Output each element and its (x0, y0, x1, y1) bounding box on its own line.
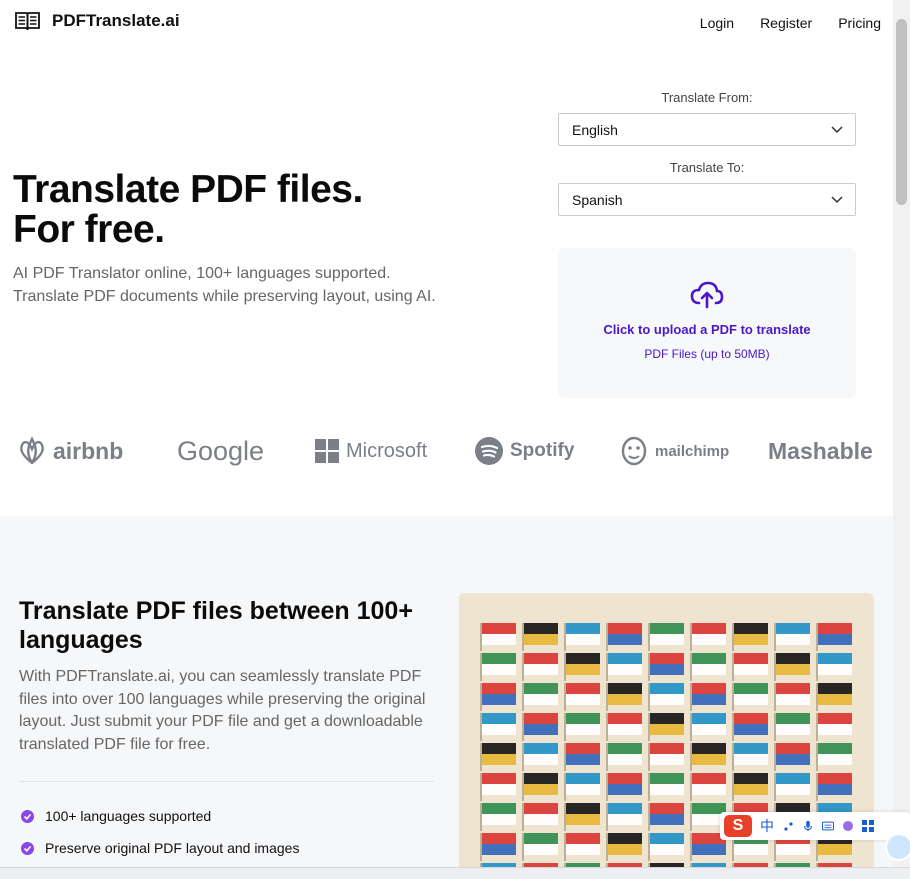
brand-logos: airbnb Google Microsoft Spotify mailchim… (0, 428, 893, 474)
section-title: Translate PDF files between 100+ languag… (19, 597, 413, 654)
feature-item: Preserve original PDF layout and images (21, 840, 299, 856)
brand-mailchimp: mailchimp (620, 428, 729, 474)
brand-mashable-text: Mashable (768, 437, 873, 464)
logo-text: PDFTranslate.ai (52, 11, 180, 30)
nav-register[interactable]: Register (760, 15, 812, 31)
upload-title: Click to upload a PDF to translate (603, 322, 811, 337)
ime-logo[interactable]: S (724, 815, 752, 837)
upload-dropzone[interactable]: Click to upload a PDF to translate PDF F… (558, 248, 856, 398)
hero-title-line1: Translate PDF files. (13, 168, 363, 211)
divider (19, 781, 434, 782)
mailchimp-logo-icon (621, 436, 647, 466)
keyboard-icon[interactable] (822, 820, 834, 832)
check-icon (21, 841, 34, 855)
scrollbar-thumb[interactable] (896, 19, 907, 205)
to-label: Translate To: (669, 160, 745, 175)
assistant-bubble-icon[interactable] (885, 833, 910, 861)
logo[interactable]: PDFTranslate.ai (15, 11, 180, 31)
taskbar-strip (0, 867, 910, 879)
microsoft-logo-icon (315, 439, 339, 463)
brand-microsoft: Microsoft (315, 428, 427, 474)
brand-mailchimp-text: mailchimp (655, 442, 730, 460)
from-label: Translate From: (661, 90, 753, 105)
brand-google-text: Google (177, 435, 265, 466)
chevron-down-icon (831, 195, 843, 203)
microphone-icon[interactable] (802, 820, 814, 832)
hero-subtitle-line2: Translate PDF documents while preserving… (13, 288, 436, 305)
vertical-scrollbar[interactable] (893, 0, 910, 879)
section-body: With PDFTranslate.ai, you can seamlessly… (19, 668, 426, 753)
upload-subtitle: PDF Files (up to 50MB) (644, 347, 770, 361)
punctuation-icon[interactable] (782, 820, 794, 832)
book-icon (15, 12, 40, 31)
top-nav: Login Register Pricing (700, 15, 881, 31)
brand-google: Google (177, 428, 264, 474)
brand-airbnb-text: airbnb (53, 437, 124, 464)
header: PDFTranslate.ai Login Register Pricing (0, 0, 893, 46)
hero-subtitle-line1: AI PDF Translator online, 100+ languages… (13, 265, 391, 282)
hero-title: Translate PDF files. For free. (13, 168, 363, 259)
chevron-down-icon (831, 125, 843, 133)
page: PDFTranslate.ai Login Register Pricing T… (0, 0, 893, 879)
spotify-logo-icon (475, 437, 503, 465)
check-icon (21, 809, 34, 823)
brand-spotify: Spotify (475, 428, 574, 474)
nav-pricing[interactable]: Pricing (838, 15, 881, 31)
target-language-value: Spanish (572, 191, 623, 208)
brand-spotify-text: Spotify (510, 440, 575, 461)
target-language-select[interactable]: Spanish (558, 183, 856, 216)
brand-microsoft-text: Microsoft (346, 439, 428, 462)
translate-form: Translate From: English Translate To: Sp… (558, 90, 856, 230)
feature-item: 100+ languages supported (21, 808, 211, 824)
ime-toolbar[interactable]: S 中 (720, 812, 910, 840)
hero-title-line2: For free. (13, 208, 165, 259)
ime-language-toggle[interactable]: 中 (760, 816, 774, 836)
cloud-upload-icon (690, 281, 724, 309)
grid-icon[interactable] (862, 820, 874, 832)
skin-icon[interactable] (842, 820, 854, 832)
source-language-value: English (572, 121, 618, 138)
source-language-select[interactable]: English (558, 113, 856, 146)
brand-airbnb: airbnb (18, 428, 123, 474)
nav-login[interactable]: Login (700, 15, 734, 31)
brand-mashable: Mashable (768, 428, 873, 474)
feature-text: Preserve original PDF layout and images (45, 840, 300, 856)
airbnb-logo-icon (20, 436, 44, 465)
feature-text: 100+ languages supported (45, 808, 212, 824)
hero-subtitle: AI PDF Translator online, 100+ languages… (13, 262, 436, 308)
